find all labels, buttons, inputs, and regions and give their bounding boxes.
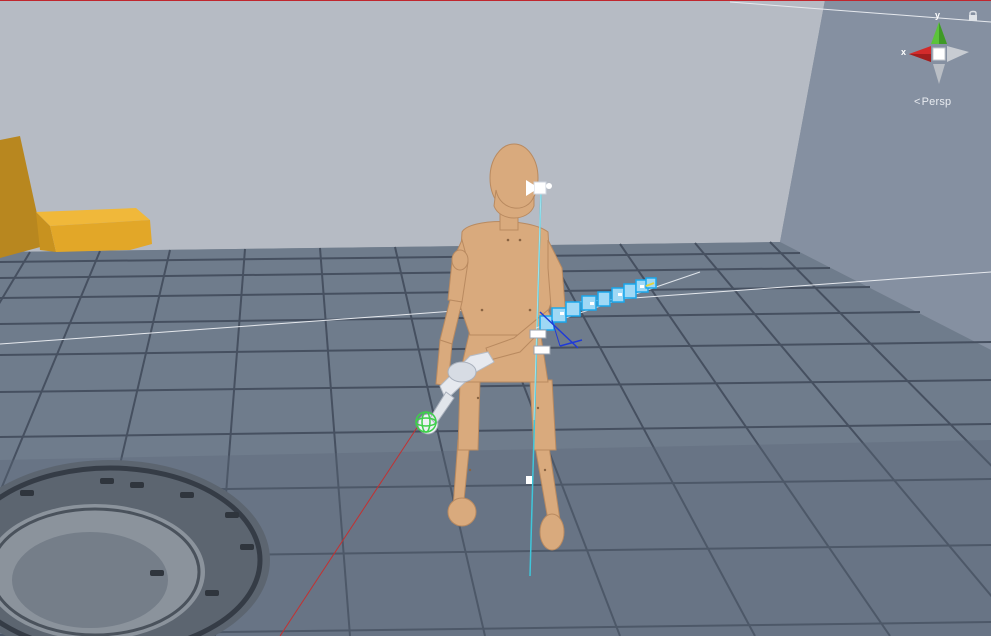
viewport-top-border xyxy=(0,0,991,1)
projection-toggle[interactable]: <Persp xyxy=(914,96,951,108)
gizmo-y-label: y xyxy=(935,10,941,20)
bone-marker xyxy=(526,476,532,484)
gizmo-center-cube[interactable] xyxy=(932,47,946,61)
lock-icon[interactable] xyxy=(968,10,978,22)
gizmo-x-label: x xyxy=(901,47,907,57)
chevron-left-icon: < xyxy=(914,96,921,108)
projection-label: Persp xyxy=(921,96,952,108)
scene-render[interactable] xyxy=(0,0,991,636)
scene-viewport[interactable]: y x <Persp xyxy=(0,0,991,636)
gizmo-neg-x-axis[interactable] xyxy=(947,46,969,62)
gizmo-neg-y-axis[interactable] xyxy=(933,64,945,84)
